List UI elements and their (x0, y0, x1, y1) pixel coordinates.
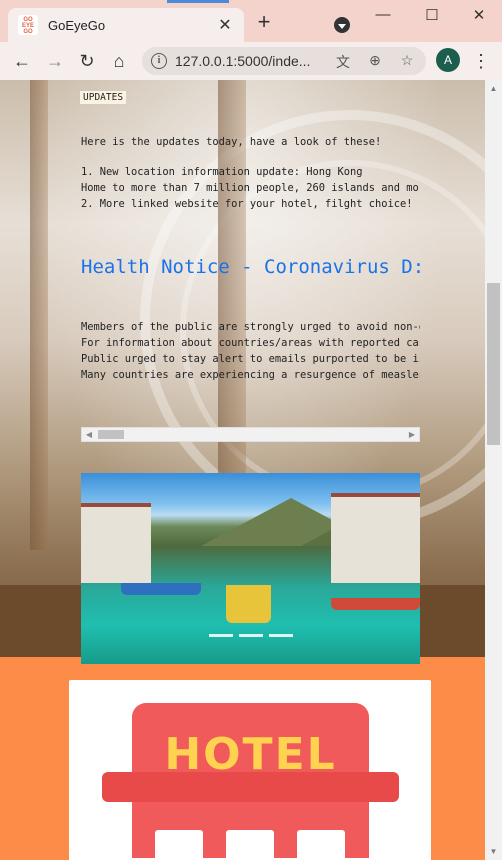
carousel-indicator[interactable] (239, 634, 263, 637)
translate-icon[interactable]: 文 (334, 52, 352, 72)
back-arrow-icon[interactable]: ← (11, 50, 33, 72)
vertical-scrollbar[interactable]: ▲ ▼ (485, 80, 502, 860)
vertical-scroll-thumb[interactable] (487, 283, 500, 445)
horizontal-scrollbar[interactable]: ◀ ▶ (81, 427, 420, 442)
tab-search-icon[interactable] (334, 17, 350, 33)
notice-line: Many countries are experiencing a resurg… (81, 369, 420, 381)
boat (331, 598, 420, 610)
profile-avatar[interactable]: A (436, 48, 460, 72)
hotel-window (297, 830, 345, 860)
goeyego-favicon-icon: GO EYE GO (18, 15, 38, 35)
kebab-menu-icon[interactable]: ⋮ (472, 50, 490, 72)
scroll-up-arrow-icon[interactable]: ▲ (485, 80, 502, 97)
notice-line: Public urged to stay alert to emails pur… (81, 353, 420, 365)
minimize-icon[interactable]: — (368, 6, 398, 23)
tab-bar: GO EYE GO GoEyeGo ✕ + — ☐ ✕ (0, 0, 502, 42)
close-tab-icon[interactable]: ✕ (216, 15, 234, 35)
url-text[interactable]: 127.0.0.1:5000/inde... (175, 53, 310, 69)
hotel-window (226, 830, 274, 860)
horizontal-scroll-thumb[interactable] (98, 430, 124, 439)
carousel-indicator[interactable] (269, 634, 293, 637)
maximize-icon[interactable]: ☐ (417, 6, 447, 24)
scroll-down-arrow-icon[interactable]: ▼ (485, 843, 502, 860)
address-bar[interactable]: i 127.0.0.1:5000/inde... 文 ⊕ ☆ (142, 47, 426, 75)
scroll-right-arrow-icon[interactable]: ▶ (405, 428, 419, 441)
plus-icon[interactable]: + (254, 11, 274, 33)
notice-line: For information about countries/areas wi… (81, 337, 420, 349)
active-window-accent (167, 0, 229, 3)
scroll-left-arrow-icon[interactable]: ◀ (82, 428, 96, 441)
close-window-icon[interactable]: ✕ (464, 6, 494, 24)
forward-arrow-icon[interactable]: → (44, 50, 66, 72)
boat (226, 585, 271, 623)
health-notice-list: Members of the public are strongly urged… (81, 319, 420, 383)
zoom-icon[interactable]: ⊕ (366, 52, 384, 69)
hotel-band (102, 772, 399, 802)
bookmark-star-icon[interactable]: ☆ (398, 52, 416, 69)
harbour-carousel-image[interactable] (81, 473, 420, 664)
page-viewport: UPDATES Here is the updates today, have … (0, 80, 485, 860)
reload-icon[interactable]: ↻ (76, 50, 98, 72)
health-notice-title[interactable]: Health Notice - Coronavirus D: (81, 256, 420, 278)
hotel-window (155, 830, 203, 860)
pillar (30, 80, 48, 550)
update-line: 1. New location information update: Hong… (81, 166, 363, 178)
update-line: Home to more than 7 million people, 260 … (81, 182, 420, 194)
boat (121, 583, 201, 595)
update-line: 2. More linked website for your hotel, f… (81, 198, 413, 210)
site-info-icon[interactable]: i (151, 53, 167, 69)
updates-intro: Here is the updates today, have a look o… (81, 136, 382, 148)
stilt-house (331, 493, 420, 583)
notice-line: Members of the public are strongly urged… (81, 321, 420, 333)
update-list: 1. New location information update: Hong… (81, 164, 420, 212)
tab-title: GoEyeGo (48, 17, 106, 33)
browser-toolbar: ← → ↻ ⌂ i 127.0.0.1:5000/inde... 文 ⊕ ☆ A… (0, 42, 502, 80)
carousel-indicator[interactable] (209, 634, 233, 637)
hotel-card[interactable]: HOTEL (69, 680, 431, 860)
tab-goeyego[interactable]: GO EYE GO GoEyeGo ✕ (8, 8, 244, 42)
home-icon[interactable]: ⌂ (108, 50, 130, 72)
updates-tag: UPDATES (80, 91, 127, 104)
stilt-house (81, 503, 151, 583)
